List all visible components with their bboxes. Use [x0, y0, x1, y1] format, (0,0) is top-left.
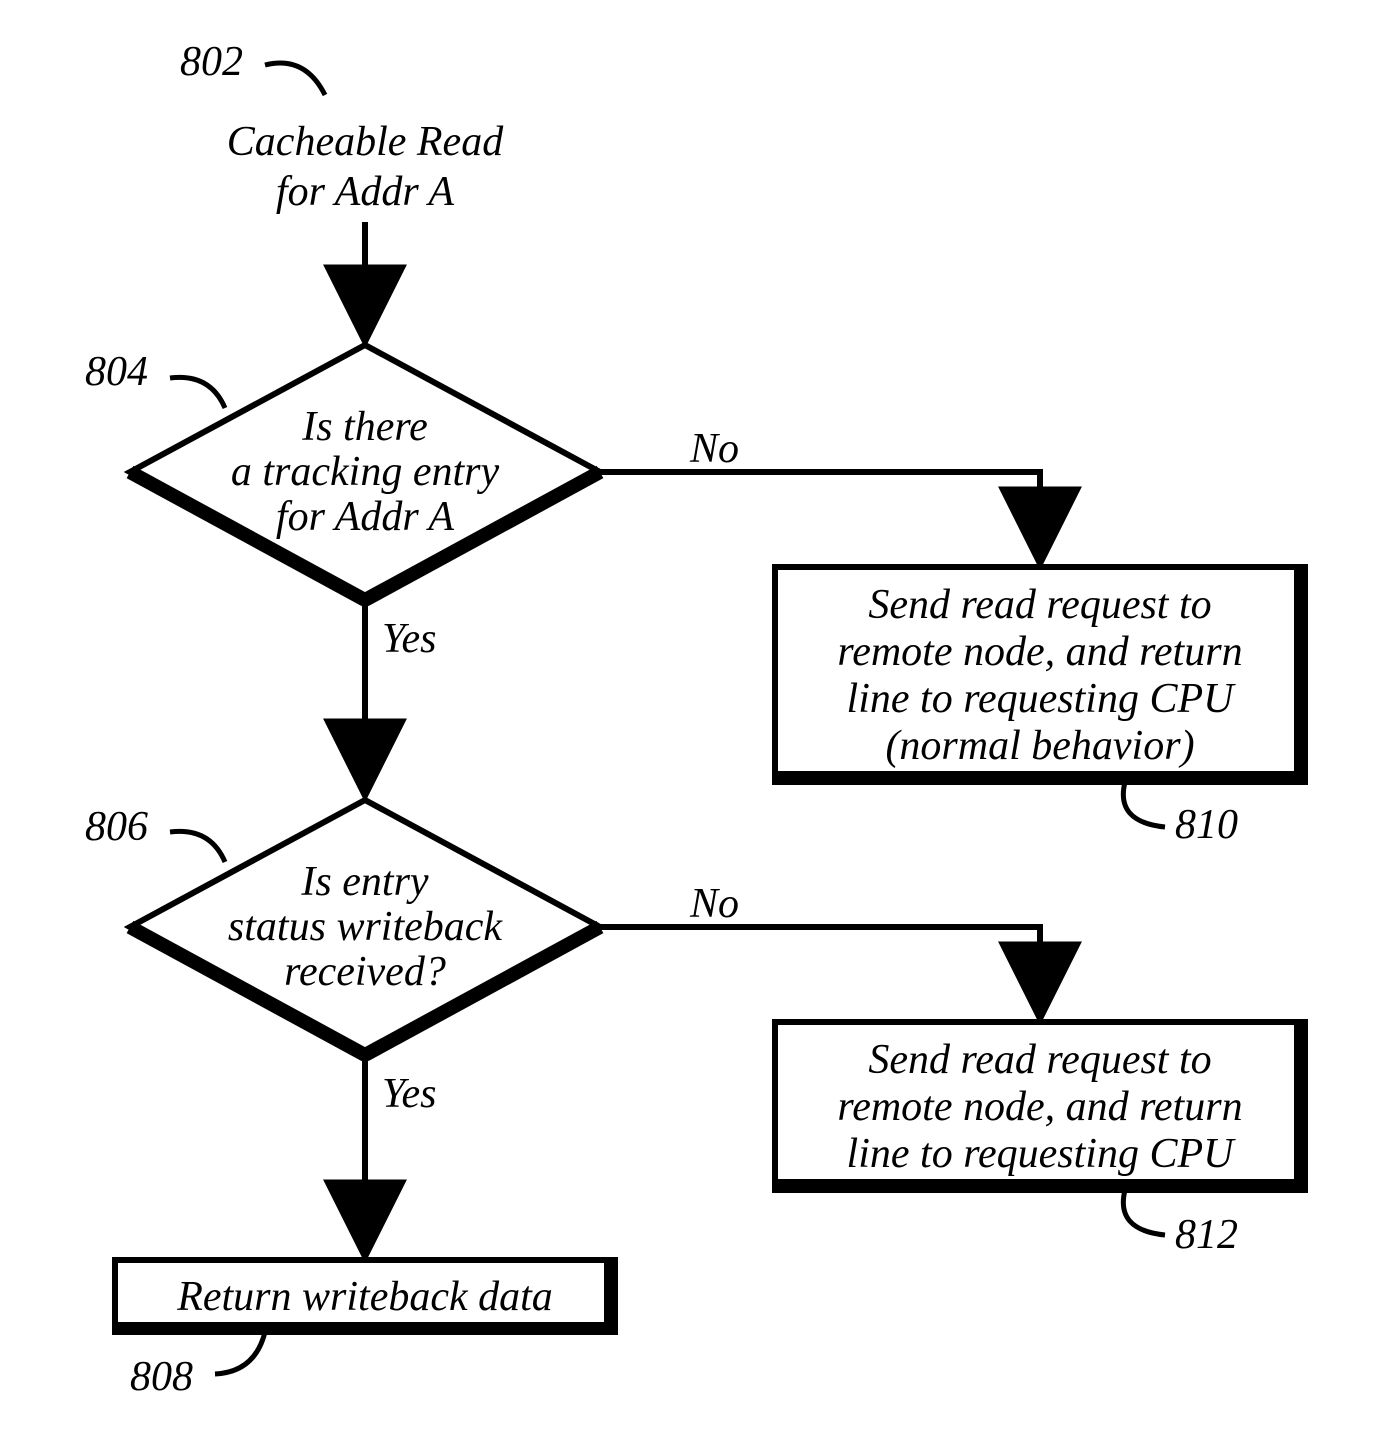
no-2: No [689, 881, 739, 927]
svg-text:remote node, and return: remote node, and return [837, 1084, 1242, 1130]
ref-808: 808 [130, 1354, 193, 1400]
svg-text:Return writeback data: Return writeback data [176, 1274, 553, 1320]
start-line2: for Addr A [276, 169, 454, 215]
svg-text:received?: received? [284, 949, 446, 995]
ref-810: 810 [1175, 802, 1238, 848]
svg-text:remote node, and return: remote node, and return [837, 629, 1242, 675]
decision-writeback-received: Is entry status writeback received? [130, 800, 600, 1055]
svg-text:line to requesting CPU: line to requesting CPU [847, 1131, 1237, 1177]
box-812: Send read request to remote node, and re… [775, 1022, 1305, 1190]
start-line1: Cacheable Read [227, 119, 504, 165]
yes-2: Yes [382, 1071, 437, 1117]
box-808: Return writeback data [115, 1260, 615, 1332]
svg-text:for Addr A: for Addr A [276, 494, 454, 540]
box-810: Send read request to remote node, and re… [775, 567, 1305, 782]
svg-text:(normal behavior): (normal behavior) [885, 723, 1194, 769]
ref-802: 802 [180, 39, 243, 85]
svg-text:line to requesting CPU: line to requesting CPU [847, 676, 1237, 722]
svg-text:Send read request to: Send read request to [868, 1037, 1211, 1083]
ref-812: 812 [1175, 1212, 1238, 1258]
yes-1: Yes [382, 616, 437, 662]
ref-804: 804 [85, 349, 148, 395]
svg-text:Send read request to: Send read request to [868, 582, 1211, 628]
ref-806: 806 [85, 804, 148, 850]
svg-text:Is entry: Is entry [300, 859, 428, 905]
svg-text:a tracking entry: a tracking entry [231, 449, 500, 495]
svg-text:Is there: Is there [301, 404, 428, 450]
svg-text:status writeback: status writeback [228, 904, 504, 950]
flowchart-diagram: 802 Cacheable Read for Addr A 804 Is the… [0, 0, 1392, 1436]
no-1: No [689, 426, 739, 472]
